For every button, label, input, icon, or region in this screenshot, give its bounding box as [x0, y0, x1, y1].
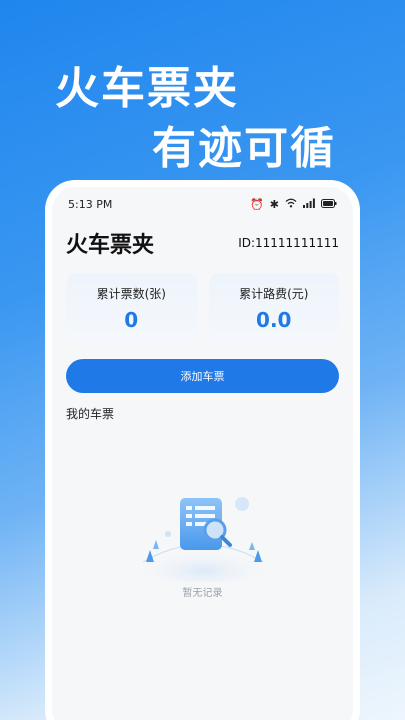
empty-state-text: 暂无记录 [182, 588, 223, 599]
wifi-icon [285, 198, 297, 210]
battery-icon [321, 198, 337, 210]
hero-title-line2: 有迹可循 [152, 123, 336, 174]
stat-label: 累计票数(张) [96, 286, 166, 301]
status-time: 5:13 PM [68, 197, 113, 211]
stat-card-total-fare: 累计路费(元) 0.0 [208, 273, 339, 343]
stat-label: 累计路费(元) [239, 286, 309, 301]
bluetooth-icon: ✱ [269, 197, 279, 211]
my-tickets-heading: 我的车票 [66, 407, 115, 421]
status-bar: 5:13 PM ⏰ ✱ [52, 187, 353, 221]
user-id-label: ID:11111111111 [238, 236, 339, 250]
empty-records-illustration-icon [132, 497, 273, 582]
stat-card-ticket-count: 累计票数(张) 0 [66, 273, 197, 343]
page-title: 火车票夹 [66, 233, 155, 258]
hero-title-line1: 火车票夹 [55, 63, 239, 114]
app-header: 火车票夹 ID:11111111111 [52, 221, 353, 261]
status-icons: ⏰ ✱ [250, 198, 337, 210]
signal-icon [303, 198, 315, 210]
app-screen: 5:13 PM ⏰ ✱ 火车票夹 ID:11111111111 累计票数(张) … [52, 187, 353, 720]
stats-cards: 累计票数(张) 0 累计路费(元) 0.0 [52, 261, 353, 343]
add-ticket-button[interactable]: 添加车票 [66, 359, 339, 393]
stat-value: 0 [124, 307, 139, 332]
stat-value: 0.0 [256, 307, 292, 332]
alarm-icon: ⏰ [250, 197, 264, 211]
phone-frame: 5:13 PM ⏰ ✱ 火车票夹 ID:11111111111 累计票数(张) … [45, 180, 360, 720]
empty-state: 暂无记录 [52, 492, 353, 622]
